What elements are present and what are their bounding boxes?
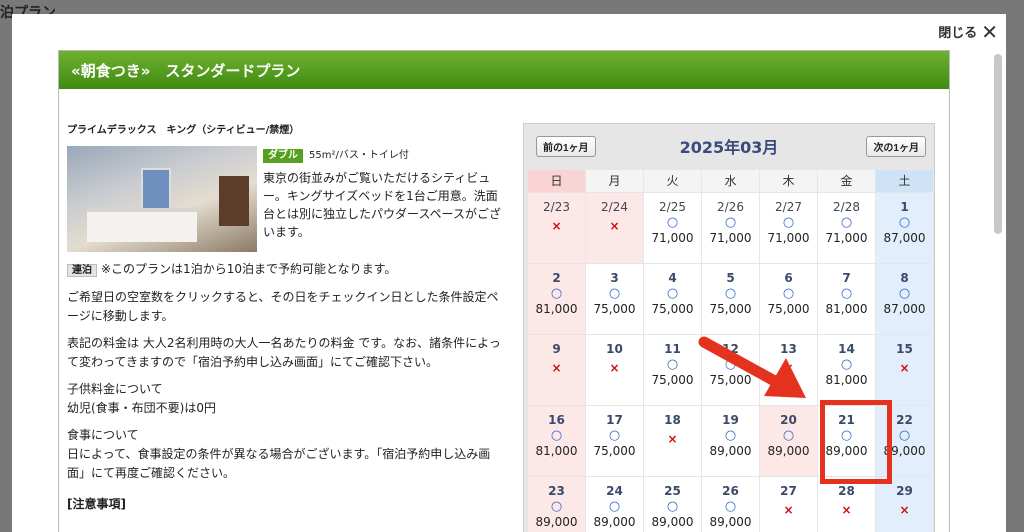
red-arrow-icon	[698, 336, 806, 398]
